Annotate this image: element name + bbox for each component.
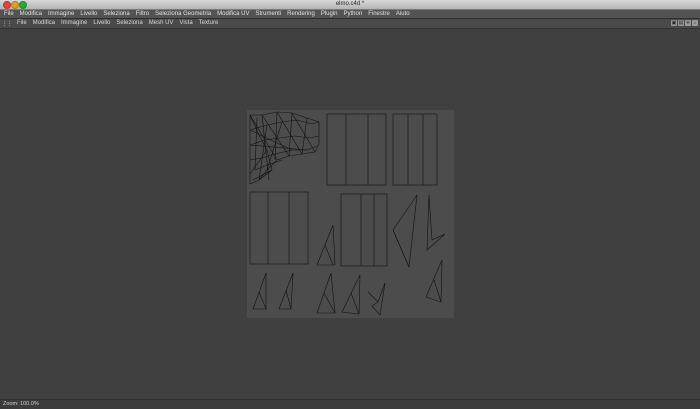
menu-seleziona-geometria[interactable]: Seleziona Geometria — [152, 10, 214, 18]
view-nav-icons: ▣ ▤ ✛ ↓ — [671, 20, 698, 26]
uv-menu-vista[interactable]: Vista — [176, 19, 195, 28]
menu-livello[interactable]: Livello — [77, 10, 100, 18]
menu-strumenti[interactable]: Strumenti — [252, 10, 284, 18]
menu-finestre[interactable]: Finestre — [365, 10, 393, 18]
uv-editor-menubar: File Modifica Immagine Livello Seleziona… — [0, 19, 700, 29]
main-menubar: File Modifica Immagine Livello Seleziona… — [0, 10, 700, 19]
uv-menu-seleziona[interactable]: Seleziona — [113, 19, 145, 28]
menu-modifica-uv[interactable]: Modifica UV — [214, 10, 252, 18]
window-titlebar: elmo.c4d * — [0, 0, 700, 10]
uv-texture-canvas[interactable] — [247, 110, 454, 318]
uv-menu-texture[interactable]: Texture — [196, 19, 222, 28]
window-title: elmo.c4d * — [335, 1, 365, 7]
uv-menu-modifica[interactable]: Modifica — [30, 19, 58, 28]
move-icon[interactable]: ✛ — [685, 20, 691, 26]
uv-menu-livello[interactable]: Livello — [90, 19, 113, 28]
menu-plugin[interactable]: Plugin — [318, 10, 341, 18]
lock-icon[interactable]: ▤ — [678, 20, 684, 26]
uv-island-head — [249, 111, 320, 185]
panel-grip-icon[interactable] — [4, 21, 10, 26]
menu-file[interactable]: File — [0, 10, 17, 18]
menu-immagine[interactable]: Immagine — [45, 10, 77, 18]
menu-rendering[interactable]: Rendering — [284, 10, 318, 18]
uv-menu-immagine[interactable]: Immagine — [58, 19, 90, 28]
menu-python[interactable]: Python — [341, 10, 366, 18]
layout-icon[interactable]: ▣ — [671, 20, 677, 26]
uv-mesh-wireframe — [249, 111, 446, 316]
zoom-icon[interactable]: ↓ — [692, 20, 698, 26]
menu-modifica[interactable]: Modifica — [17, 10, 45, 18]
menu-aiuto[interactable]: Aiuto — [393, 10, 413, 18]
menu-filtro[interactable]: Filtro — [133, 10, 152, 18]
uv-island-panels — [249, 113, 438, 267]
uv-menu-file[interactable]: File — [14, 19, 30, 28]
menu-seleziona[interactable]: Seleziona — [100, 10, 132, 18]
uv-island-triangles — [252, 194, 446, 316]
uv-menu-mesh-uv[interactable]: Mesh UV — [146, 19, 177, 28]
